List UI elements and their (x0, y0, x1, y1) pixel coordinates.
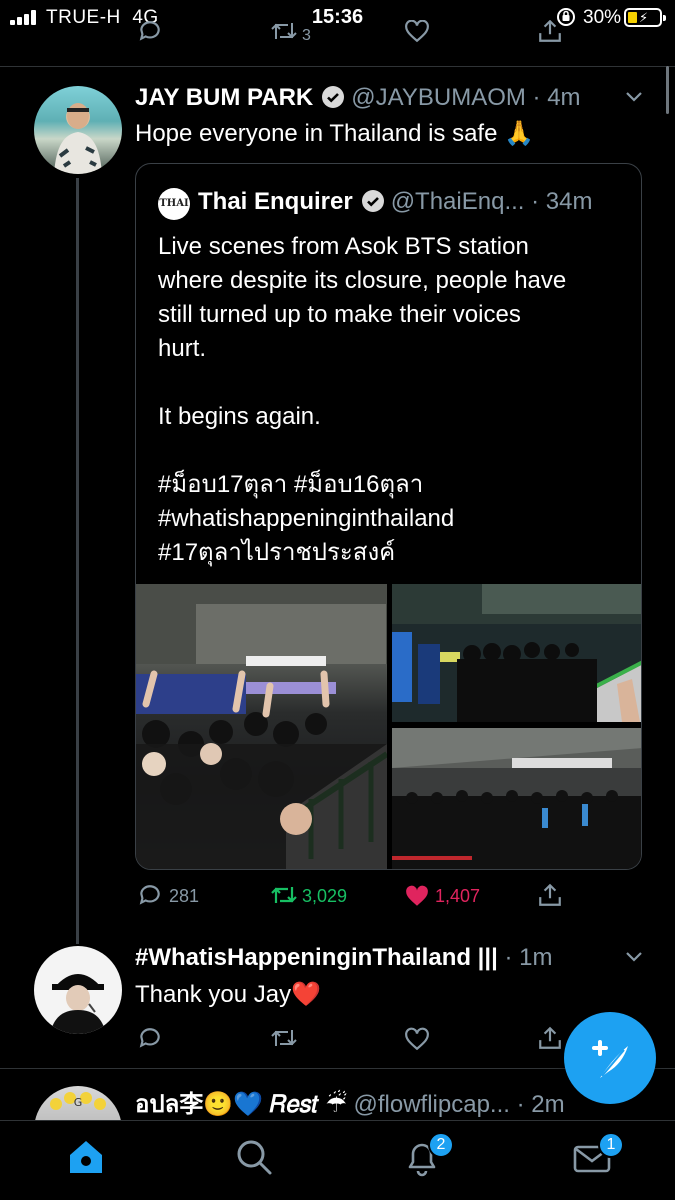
bottom-navigation: 2 1 (0, 1120, 675, 1200)
notifications-badge: 2 (428, 1132, 454, 1158)
previous-retweet-count: 3 (302, 27, 311, 44)
reply-count: 281 (169, 886, 200, 906)
reply-icon[interactable] (137, 882, 163, 908)
nav-notifications[interactable]: 2 (400, 1132, 454, 1179)
compose-tweet-button[interactable] (564, 1012, 656, 1104)
search-icon (237, 1140, 272, 1175)
tweet-time: 2m (531, 1091, 565, 1118)
avatar[interactable] (34, 946, 122, 1034)
retweet-icon[interactable] (270, 882, 298, 908)
handle[interactable]: @flowflipcap... (354, 1091, 510, 1118)
verified-badge-icon (361, 190, 384, 212)
hashtag-line[interactable]: #whatishappeninginthailand (158, 502, 628, 536)
scrollbar[interactable] (666, 66, 669, 114)
avatar-image (54, 103, 102, 174)
quoted-line: hurt. (158, 335, 207, 362)
quoted-header: Thai Enquirer @ThaiEnq... · 34m (198, 188, 593, 215)
photo-1[interactable] (136, 584, 387, 869)
quoted-line (158, 366, 628, 400)
quoted-text: Live scenes from Asok BTS station where … (158, 230, 628, 570)
hashtag-line[interactable]: #17ตุลาไปราชประสงค์ (158, 536, 628, 570)
tweet-header: #WhatisHappeninginThailand ||| · 1m (135, 944, 553, 971)
quoted-line (158, 434, 628, 468)
svg-text:G: G (74, 1096, 83, 1109)
reply-icon[interactable] (137, 20, 163, 44)
tweet-time: 1m (519, 944, 553, 971)
photo-2[interactable] (392, 584, 641, 722)
nav-search[interactable] (232, 1135, 276, 1179)
tweet-actions (0, 1023, 563, 1059)
avatar[interactable] (34, 86, 122, 174)
media-grid (136, 584, 641, 869)
display-name[interactable]: JAY BUM PARK (135, 84, 313, 111)
chevron-down-icon[interactable] (625, 951, 643, 963)
tweet-header: อปล李🙂💙 𝑅𝑒𝑠𝑡 ☔ @flowflipcap... · 2m (135, 1091, 565, 1118)
quoted-handle: @ThaiEnq... (390, 188, 525, 215)
thread-line (76, 178, 79, 944)
compose-feather-icon (592, 1040, 628, 1078)
like-icon[interactable] (403, 1026, 431, 1052)
tweet-text: Hope everyone in Thailand is safe 🙏 (135, 120, 534, 147)
photo-3[interactable] (392, 728, 641, 869)
tweet-text: Thank you Jay❤️ (135, 981, 321, 1008)
like-icon[interactable] (403, 20, 431, 44)
previous-tweet-actions: 3 (0, 20, 675, 50)
share-icon[interactable] (537, 882, 563, 908)
nav-messages[interactable]: 1 (570, 1132, 624, 1179)
hashtag-line[interactable]: #ม็อบ17ตุลา #ม็อบ16ตุลา (158, 468, 628, 502)
share-icon[interactable] (537, 20, 563, 44)
quoted-line: It begins again. (158, 403, 321, 430)
quoted-line: Live scenes from Asok BTS station (158, 233, 529, 260)
reply-icon[interactable] (137, 1025, 163, 1051)
retweet-icon[interactable] (270, 1025, 298, 1051)
like-count: 1,407 (435, 886, 481, 906)
handle[interactable]: @JAYBUMAOM (351, 84, 526, 111)
display-name[interactable]: อปล李🙂💙 𝑅𝑒𝑠𝑡 ☔ (135, 1091, 347, 1118)
quoted-line: where despite its closure, people have (158, 267, 567, 294)
avatar-image (50, 974, 106, 1034)
chevron-down-icon[interactable] (625, 91, 643, 103)
home-icon (70, 1141, 102, 1173)
quoted-time: 34m (545, 188, 593, 215)
quoted-tweet[interactable]: THAI Thai Enquirer @ThaiEnq... · 34m Live… (135, 163, 642, 870)
tweet-header: JAY BUM PARK @JAYBUMAOM · 4m (135, 84, 581, 111)
divider (0, 66, 675, 67)
thai-enquirer-logo: THAI (158, 188, 190, 220)
tweet-time: 4m (547, 84, 581, 111)
verified-badge-icon (322, 86, 345, 108)
like-icon[interactable] (403, 883, 431, 909)
display-name[interactable]: #WhatisHappeninginThailand ||| (135, 944, 498, 971)
tweet-actions: 281 3,029 1,407 (0, 880, 675, 916)
quoted-line: still turned up to make their voices (158, 301, 521, 328)
messages-badge: 1 (598, 1132, 624, 1158)
quoted-display-name: Thai Enquirer (198, 188, 353, 215)
retweet-icon[interactable] (270, 20, 298, 44)
retweet-count: 3,029 (302, 886, 348, 906)
nav-home[interactable] (64, 1135, 108, 1179)
share-icon[interactable] (537, 1025, 563, 1051)
